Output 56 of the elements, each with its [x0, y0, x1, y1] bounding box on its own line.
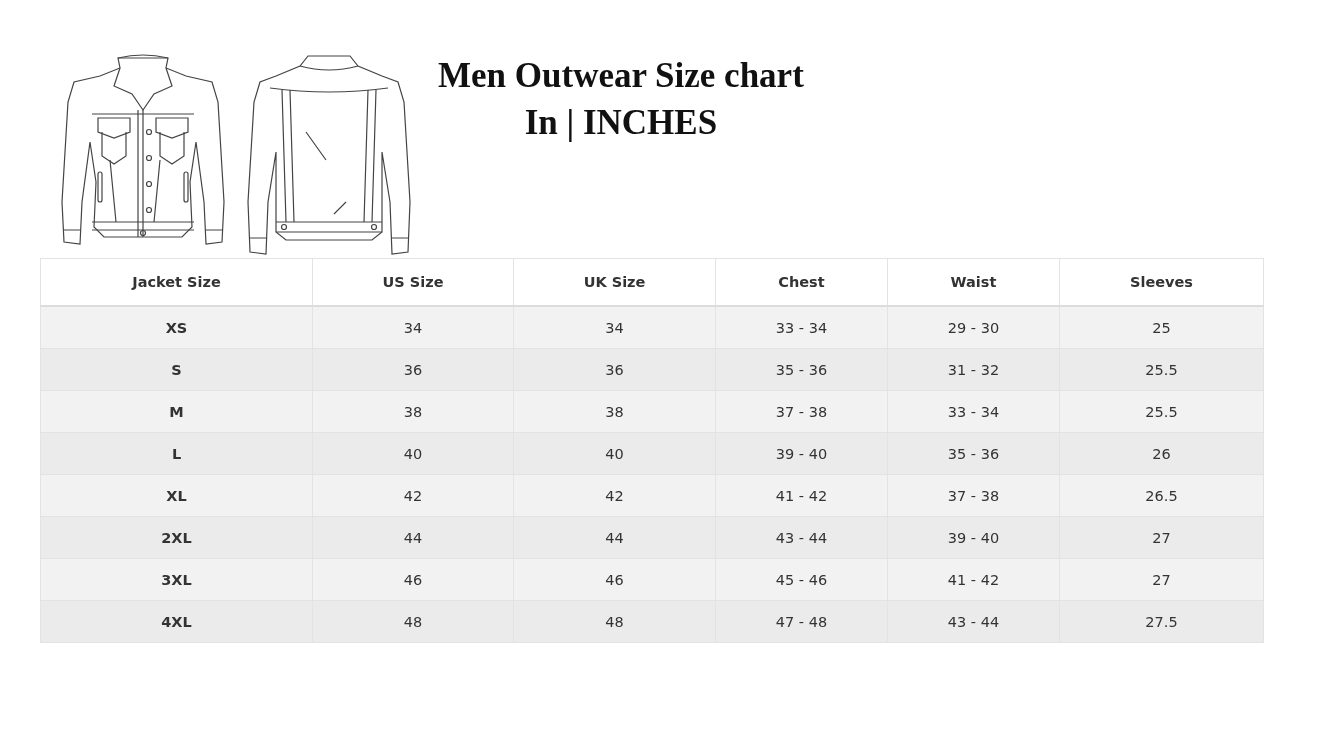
table-cell: 29 - 30	[887, 306, 1060, 349]
table-cell: 34	[312, 306, 514, 349]
table-cell: 48	[312, 600, 514, 643]
table-cell: M	[40, 390, 313, 433]
table-cell: 25.5	[1059, 390, 1264, 433]
table-cell: XS	[40, 306, 313, 349]
column-header: Jacket Size	[40, 258, 313, 306]
table-cell: 39 - 40	[887, 516, 1060, 559]
table-cell: 27	[1059, 516, 1264, 559]
table-cell: 35 - 36	[887, 432, 1060, 475]
table-cell: 41 - 42	[715, 474, 888, 517]
table-cell: 46	[312, 558, 514, 601]
table-cell: 36	[312, 348, 514, 391]
table-cell: 34	[513, 306, 716, 349]
column-header: Sleeves	[1059, 258, 1264, 306]
table-cell: 48	[513, 600, 716, 643]
table-cell: 27	[1059, 558, 1264, 601]
column-header: UK Size	[513, 258, 716, 306]
table-cell: 33 - 34	[715, 306, 888, 349]
table-cell: 4XL	[40, 600, 313, 643]
table-cell: 27.5	[1059, 600, 1264, 643]
table-cell: 38	[513, 390, 716, 433]
table-cell: 26.5	[1059, 474, 1264, 517]
table-cell: 38	[312, 390, 514, 433]
table-cell: 41 - 42	[887, 558, 1060, 601]
table-cell: 25.5	[1059, 348, 1264, 391]
table-cell: 42	[312, 474, 514, 517]
column-header: Waist	[887, 258, 1060, 306]
table-cell: 40	[312, 432, 514, 475]
table-cell: 43 - 44	[887, 600, 1060, 643]
table-cell: 26	[1059, 432, 1264, 475]
unit-subtitle: In | INCHES	[523, 102, 719, 144]
table-cell: 43 - 44	[715, 516, 888, 559]
table-cell: 37 - 38	[887, 474, 1060, 517]
table-cell: 39 - 40	[715, 432, 888, 475]
table-cell: 3XL	[40, 558, 313, 601]
chart-title: Men Outwear Size chart	[438, 55, 804, 97]
column-header: US Size	[312, 258, 514, 306]
table-cell: 2XL	[40, 516, 313, 559]
table-cell: 35 - 36	[715, 348, 888, 391]
table-cell: 42	[513, 474, 716, 517]
table-cell: 46	[513, 558, 716, 601]
table-cell: L	[40, 432, 313, 475]
table-cell: 44	[312, 516, 514, 559]
table-cell: 40	[513, 432, 716, 475]
table-cell: 25	[1059, 306, 1264, 349]
table-cell: 33 - 34	[887, 390, 1060, 433]
table-cell: 31 - 32	[887, 348, 1060, 391]
column-header: Chest	[715, 258, 888, 306]
table-cell: 47 - 48	[715, 600, 888, 643]
table-cell: XL	[40, 474, 313, 517]
table-cell: 45 - 46	[715, 558, 888, 601]
table-cell: 44	[513, 516, 716, 559]
table-cell: 37 - 38	[715, 390, 888, 433]
table-cell: S	[40, 348, 313, 391]
table-cell: 36	[513, 348, 716, 391]
